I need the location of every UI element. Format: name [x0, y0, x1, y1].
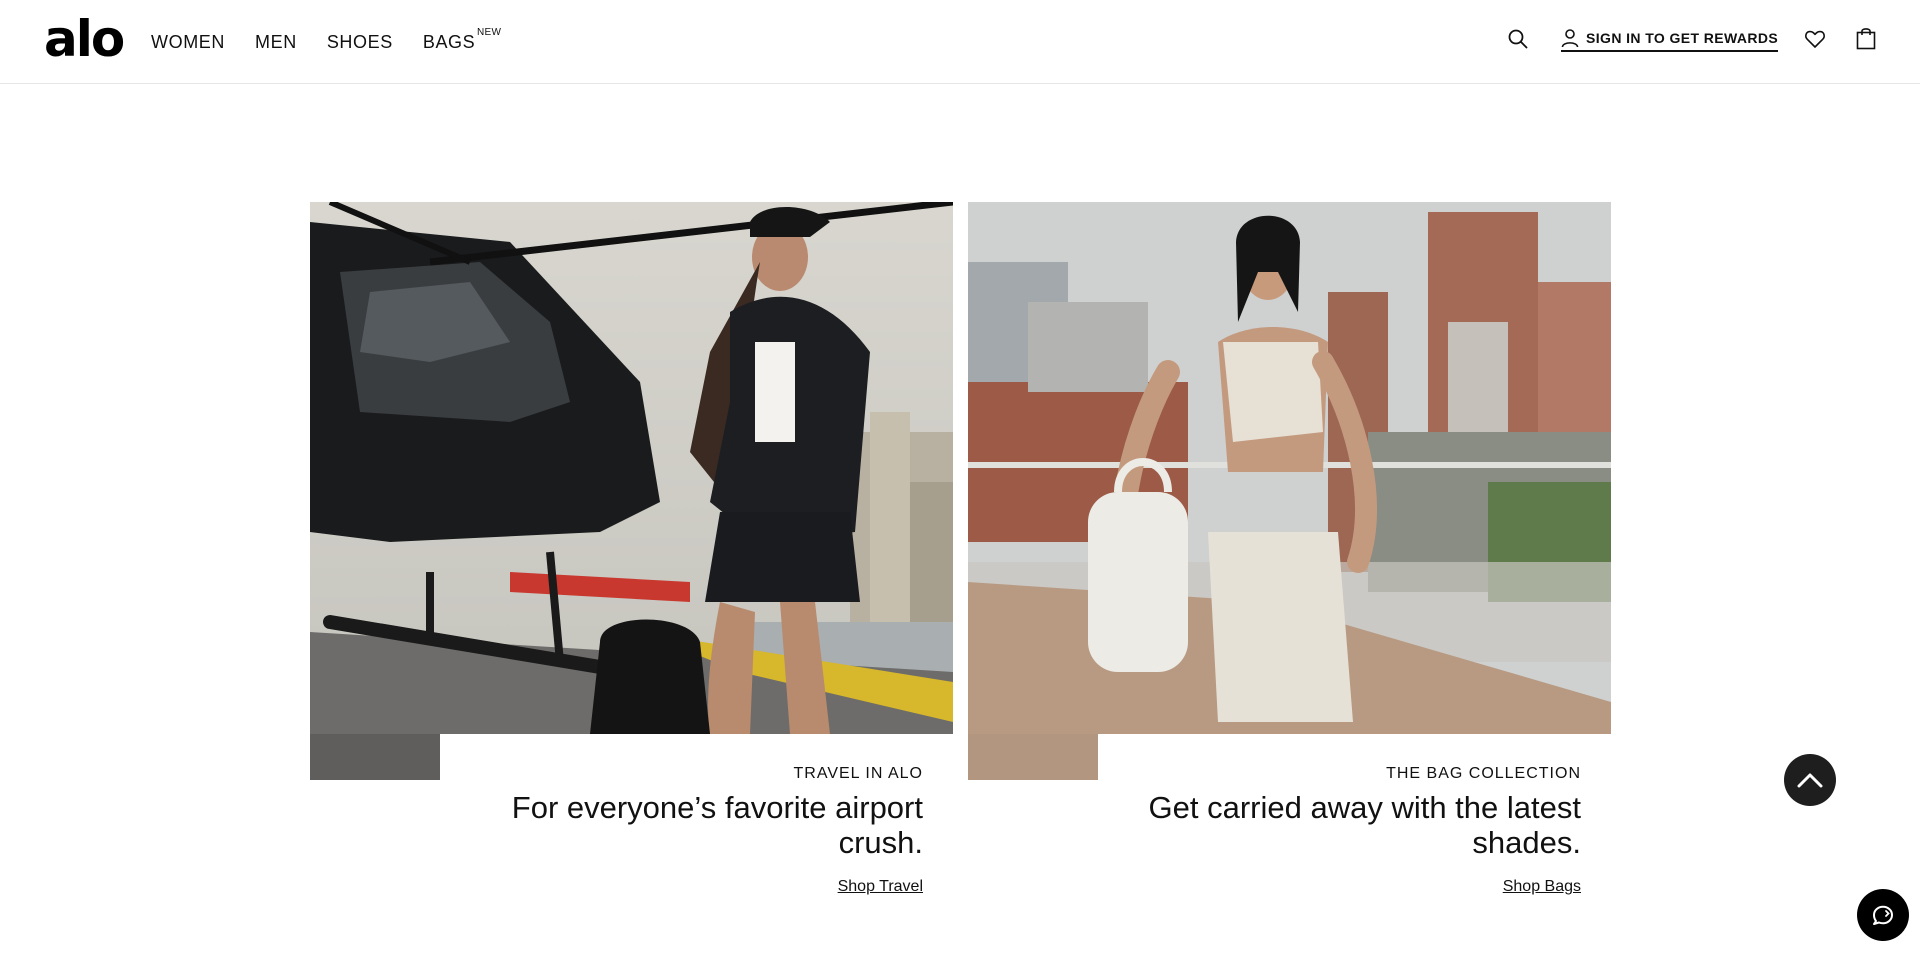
card-headline-line-2: shades. [1472, 825, 1581, 860]
shop-bags-link[interactable]: Shop Bags [1503, 878, 1581, 896]
alo-logo[interactable]: alo [44, 14, 125, 64]
nav-bags-label: BAGS [422, 32, 476, 52]
nav-men[interactable]: MEN [255, 31, 297, 53]
nav-bags[interactable]: BAGS NEW [422, 27, 501, 53]
travel-text-panel: TRAVEL IN ALO For everyone’s favorite ai… [440, 734, 953, 904]
nav-women-label: WOMEN [151, 32, 225, 52]
rooftop-photo [968, 202, 1611, 734]
card-headline: Get carried away with the latest shades. [1118, 790, 1581, 860]
chat-button[interactable] [1857, 889, 1909, 941]
card-headline: For everyone’s favorite airport crush. [460, 790, 923, 860]
deck-strip [968, 734, 1098, 780]
bags-image-strip [968, 734, 1098, 780]
search-icon[interactable] [1507, 28, 1529, 50]
user-icon [1561, 29, 1579, 48]
shopping-bag-icon[interactable] [1856, 26, 1876, 50]
travel-hero-image[interactable] [310, 202, 953, 734]
chevron-up-icon [1797, 773, 1823, 788]
bags-hero-image[interactable] [968, 202, 1611, 734]
card-eyebrow: TRAVEL IN ALO [793, 765, 923, 782]
heart-icon[interactable] [1804, 28, 1826, 50]
main-nav: WOMEN MEN SHOES BAGS NEW [151, 27, 505, 53]
promo-card-bags: THE BAG COLLECTION Get carried away with… [968, 202, 1611, 904]
bags-text-panel: THE BAG COLLECTION Get carried away with… [1098, 734, 1611, 904]
helicopter-photo [310, 202, 953, 734]
sign-in-rewards-link[interactable]: SIGN IN TO GET REWARDS [1561, 28, 1779, 52]
nav-women[interactable]: WOMEN [151, 31, 225, 53]
nav-shoes[interactable]: SHOES [327, 31, 393, 53]
travel-image-strip [310, 734, 440, 780]
tarmac-strip [310, 734, 440, 780]
card-headline-line-1: Get carried away with the latest [1148, 790, 1581, 825]
card-headline-line-1: For everyone’s favorite airport [511, 790, 923, 825]
nav-shoes-label: SHOES [326, 32, 393, 52]
nav-men-label: MEN [255, 32, 297, 52]
scroll-to-top-button[interactable] [1784, 754, 1836, 806]
new-badge: NEW [477, 27, 502, 38]
shop-travel-link[interactable]: Shop Travel [838, 878, 923, 896]
promo-card-travel: TRAVEL IN ALO For everyone’s favorite ai… [310, 202, 953, 904]
card-headline-line-2: crush. [838, 825, 923, 860]
sign-in-label: SIGN IN TO GET REWARDS [1586, 30, 1779, 46]
chat-icon [1873, 905, 1893, 925]
site-header: alo WOMEN MEN SHOES BAGS NEW SIGN IN TO … [0, 0, 1920, 84]
card-eyebrow: THE BAG COLLECTION [1386, 765, 1581, 782]
